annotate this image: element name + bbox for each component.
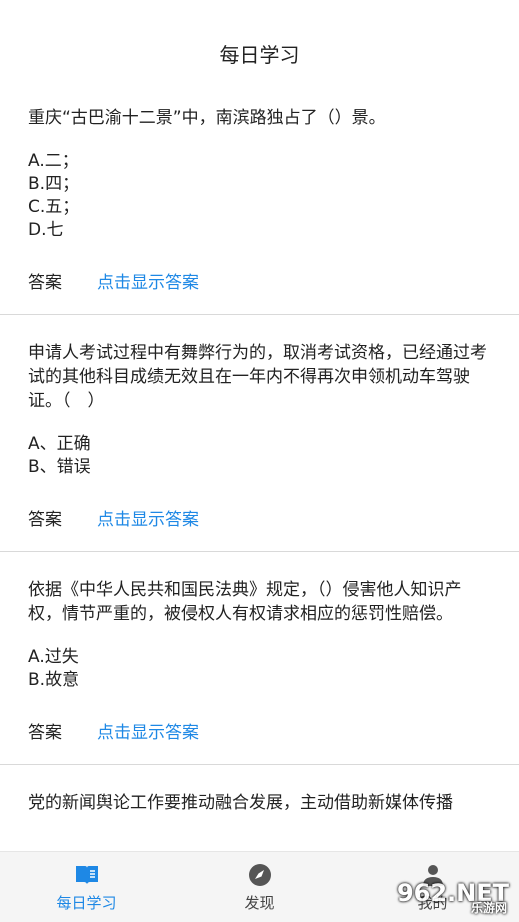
answer-label: 答案 — [28, 509, 62, 530]
option-item: A、正确 — [28, 434, 91, 454]
option-item: B.四； — [28, 174, 80, 194]
question-card: 依据《中华人民共和国民法典》规定，（）侵害他人知识产权，情节严重的，被侵权人有权… — [0, 552, 519, 765]
tab-discover[interactable]: 发现 — [173, 852, 346, 922]
option-list: A.过失 B.故意 — [28, 646, 491, 692]
show-answer-link[interactable]: 点击显示答案 — [97, 505, 199, 530]
watermark-logo: 962.NET 乐游网 — [393, 868, 513, 918]
option-item: D.七 — [28, 220, 64, 240]
tab-label: 发现 — [244, 893, 275, 912]
show-answer-link[interactable]: 点击显示答案 — [97, 268, 199, 293]
option-item: B.故意 — [28, 670, 80, 690]
question-card: 申请人考试过程中有舞弊行为的，取消考试资格，已经通过考试的其他科目成绩无效且在一… — [0, 315, 519, 552]
page-title: 每日学习 — [219, 42, 300, 67]
compass-icon — [247, 862, 273, 888]
question-card: 重庆“古巴渝十二景”中，南滨路独占了（）景。 A.二； B.四； C.五； D.… — [0, 100, 519, 315]
option-list: A.二； B.四； C.五； D.七 — [28, 150, 491, 242]
watermark-subtext: 乐游网 — [470, 901, 507, 915]
question-text: 重庆“古巴渝十二景”中，南滨路独占了（）景。 — [28, 108, 386, 128]
option-item: B、错误 — [28, 457, 91, 477]
app-header: 每日学习 — [0, 0, 519, 100]
answer-row: 答案 点击显示答案 — [28, 503, 491, 551]
question-list[interactable]: 重庆“古巴渝十二景”中，南滨路独占了（）景。 A.二； B.四； C.五； D.… — [0, 100, 519, 855]
option-item: C.五； — [28, 197, 80, 217]
question-text: 党的新闻舆论工作要推动融合发展，主动借助新媒体传播 — [28, 793, 453, 813]
show-answer-link[interactable]: 点击显示答案 — [97, 718, 199, 743]
option-list: A、正确 B、错误 — [28, 433, 491, 479]
answer-label: 答案 — [28, 272, 62, 293]
answer-row: 答案 点击显示答案 — [28, 716, 491, 764]
tab-label: 每日学习 — [56, 893, 117, 912]
tab-daily-study[interactable]: 每日学习 — [0, 852, 173, 922]
book-icon — [74, 862, 100, 888]
question-text: 依据《中华人民共和国民法典》规定，（）侵害他人知识产权，情节严重的，被侵权人有权… — [28, 580, 462, 624]
question-card: 党的新闻舆论工作要推动融合发展，主动借助新媒体传播 — [0, 765, 519, 815]
option-item: A.过失 — [28, 647, 79, 667]
option-item: A.二； — [28, 151, 79, 171]
answer-row: 答案 点击显示答案 — [28, 266, 491, 314]
answer-label: 答案 — [28, 722, 62, 743]
question-text: 申请人考试过程中有舞弊行为的，取消考试资格，已经通过考试的其他科目成绩无效且在一… — [28, 343, 487, 411]
